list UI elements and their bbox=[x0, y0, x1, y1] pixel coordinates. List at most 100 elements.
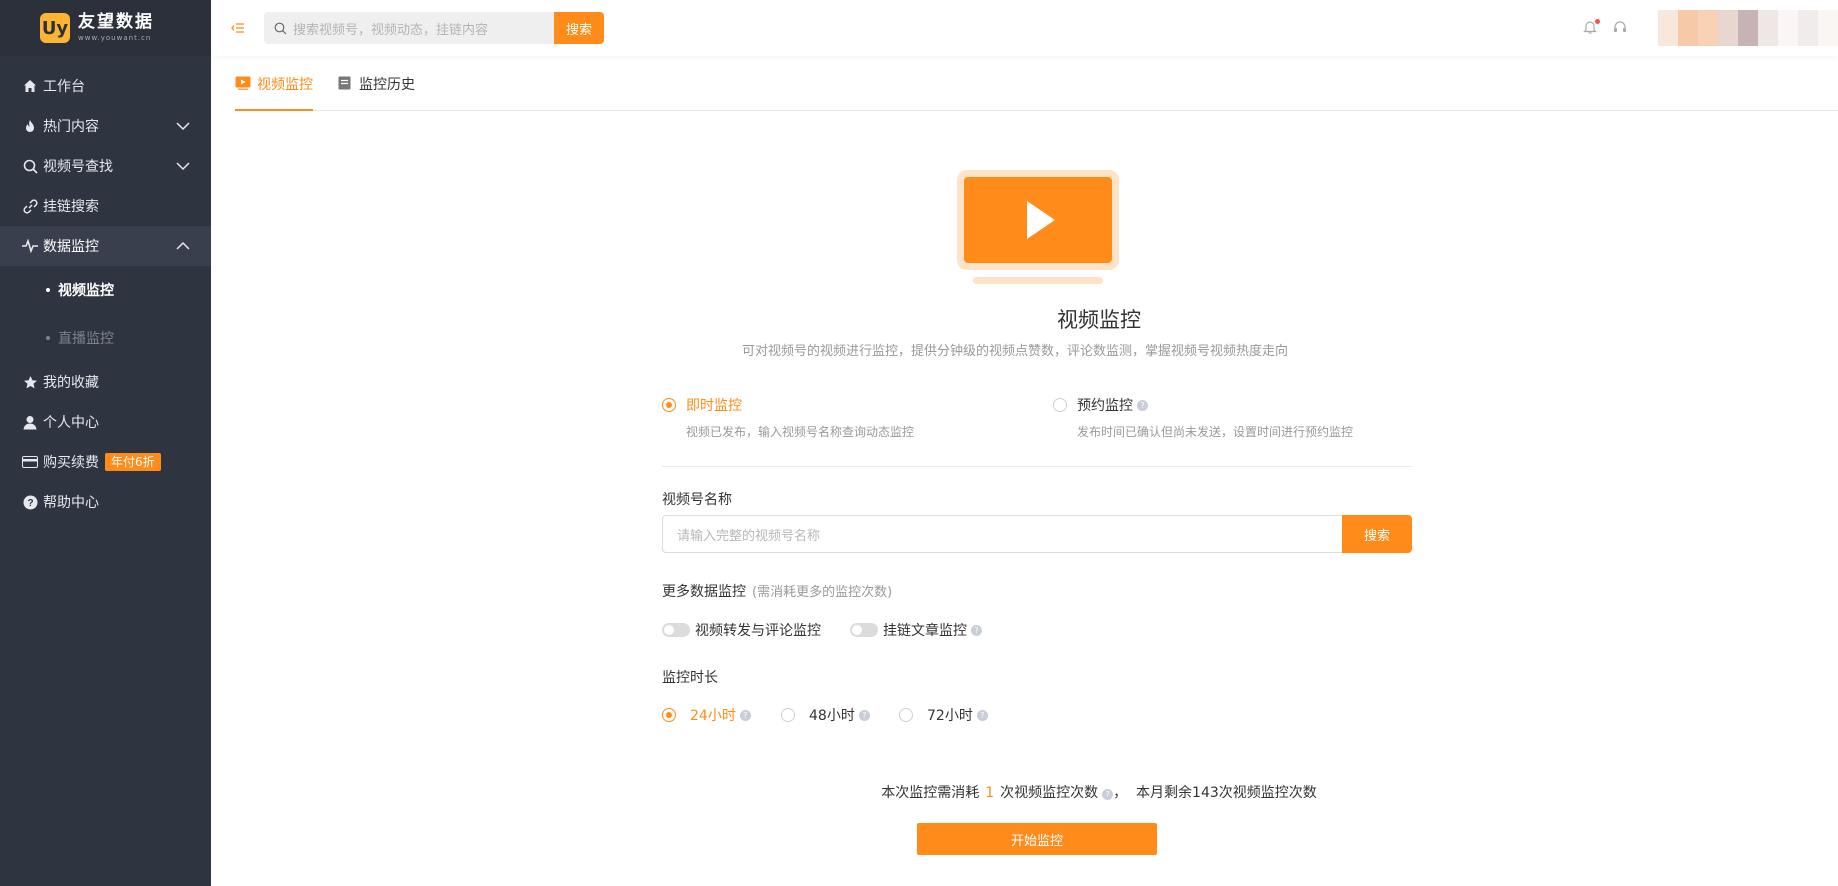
radio-selected[interactable] bbox=[662, 398, 676, 412]
question-icon[interactable]: ? bbox=[976, 709, 988, 721]
start-monitor-button[interactable]: 开始监控 bbox=[917, 823, 1157, 855]
brand-name: 友望数据 bbox=[78, 12, 154, 32]
sidebar-item-label: 数据监控 bbox=[43, 239, 99, 255]
logo-mark: Uy bbox=[40, 13, 70, 43]
global-search-placeholder: 搜索视频号，视频动态，挂链内容 bbox=[293, 22, 489, 38]
question-icon[interactable]: ? bbox=[1137, 399, 1148, 411]
question-icon[interactable]: ? bbox=[739, 709, 751, 721]
sidebar-item-help[interactable]: ? 帮助中心 bbox=[0, 482, 211, 522]
mode-scheduled[interactable]: 预约监控 ? bbox=[1053, 395, 1148, 415]
sidebar-item-label: 我的收藏 bbox=[43, 375, 99, 391]
cost-separator: ， bbox=[1113, 785, 1128, 801]
duration-label-text: 48小时 bbox=[809, 708, 855, 724]
question-icon[interactable]: ? bbox=[858, 709, 870, 721]
tab-label: 视频监控 bbox=[257, 77, 313, 93]
sidebar-item-hot-content[interactable]: 热门内容 bbox=[0, 106, 211, 146]
mode-instant[interactable]: 即时监控 bbox=[662, 395, 742, 415]
top-bar: 搜索视频号，视频动态，挂链内容 搜索 bbox=[211, 0, 1838, 56]
collapse-menu-icon[interactable] bbox=[230, 20, 246, 36]
sidebar-item-channel-search[interactable]: 视频号查找 bbox=[0, 146, 211, 186]
global-search-button[interactable]: 搜索 bbox=[554, 12, 604, 44]
global-search-input[interactable]: 搜索视频号，视频动态，挂链内容 bbox=[264, 12, 554, 44]
link-icon bbox=[21, 198, 39, 214]
radio-unselected[interactable] bbox=[781, 708, 795, 722]
divider bbox=[662, 466, 1412, 467]
cost-line: 本次监控需消耗 1 次视频监控次数?， 本月剩余143次视频监控次数 bbox=[0, 782, 1838, 802]
question-icon[interactable]: ? bbox=[1102, 789, 1114, 800]
mode-label: 预约监控 bbox=[1077, 398, 1133, 414]
headset-icon[interactable] bbox=[1612, 19, 1630, 37]
sidebar-item-profile[interactable]: 个人中心 bbox=[0, 402, 211, 442]
sidebar-item-label: 工作台 bbox=[43, 79, 85, 95]
video-icon bbox=[235, 76, 251, 90]
mode-label: 即时监控 bbox=[686, 398, 742, 414]
channel-name-placeholder: 请输入完整的视频号名称 bbox=[677, 528, 821, 544]
remaining-quota: 本月剩余143次视频监控次数 bbox=[1136, 785, 1317, 801]
sidebar-item-label: 个人中心 bbox=[43, 415, 99, 431]
pulse-icon bbox=[21, 238, 39, 254]
monitor-play-illustration bbox=[957, 170, 1119, 284]
toggle-label: 视频转发与评论监控 bbox=[695, 623, 821, 639]
page-title: 视频监控 bbox=[1057, 308, 1141, 332]
star-icon bbox=[21, 374, 39, 390]
toggle-forward-comment[interactable]: 视频转发与评论监控 bbox=[662, 620, 821, 640]
notification-dot bbox=[1595, 19, 1600, 24]
search-icon bbox=[274, 22, 287, 34]
tab-monitor-history[interactable]: 监控历史 bbox=[337, 74, 415, 111]
brand-logo[interactable]: Uy 友望数据 www.youwant.cn bbox=[0, 0, 211, 56]
radio-selected[interactable] bbox=[662, 708, 676, 722]
cost-count: 1 bbox=[985, 785, 995, 801]
toggle-label: 挂链文章监控 bbox=[883, 623, 967, 639]
search-icon bbox=[21, 158, 39, 174]
mode-instant-desc: 视频已发布，输入视频号名称查询动态监控 bbox=[686, 425, 915, 439]
mode-scheduled-desc: 发布时间已确认但尚未发送，设置时间进行预约监控 bbox=[1077, 425, 1354, 439]
duration-48h[interactable]: 48小时 ? bbox=[781, 705, 870, 725]
duration-label: 监控时长 bbox=[662, 670, 718, 686]
sidebar-item-purchase[interactable]: 购买续费 年付6折 bbox=[0, 442, 211, 482]
sidebar-item-workbench[interactable]: 工作台 bbox=[0, 66, 211, 106]
card-icon bbox=[21, 454, 39, 470]
channel-name-input[interactable]: 请输入完整的视频号名称 bbox=[662, 515, 1342, 553]
duration-72h[interactable]: 72小时 ? bbox=[899, 705, 988, 725]
brand-url: www.youwant.cn bbox=[78, 34, 152, 42]
tab-video-monitor[interactable]: 视频监控 bbox=[235, 74, 313, 111]
sidebar-item-data-monitor[interactable]: 数据监控 bbox=[0, 226, 211, 266]
sidebar-item-label: 挂链搜索 bbox=[43, 199, 99, 215]
svg-text:?: ? bbox=[27, 498, 33, 509]
switch-off[interactable] bbox=[850, 623, 878, 637]
discount-badge: 年付6折 bbox=[105, 453, 161, 471]
tab-label: 监控历史 bbox=[359, 77, 415, 93]
toggle-link-article[interactable]: 挂链文章监控 ? bbox=[850, 620, 982, 640]
user-avatar[interactable] bbox=[1658, 10, 1838, 46]
more-monitor-hint: (需消耗更多的监控次数) bbox=[752, 585, 893, 600]
duration-24h[interactable]: 24小时 ? bbox=[662, 705, 751, 725]
sidebar-item-favorites[interactable]: 我的收藏 bbox=[0, 362, 211, 402]
radio-unselected[interactable] bbox=[899, 708, 913, 722]
sidebar-item-link-search[interactable]: 挂链搜索 bbox=[0, 186, 211, 226]
bullet-dot bbox=[46, 336, 50, 340]
more-monitor-title: 更多数据监控 bbox=[662, 584, 746, 600]
page-description: 可对视频号的视频进行监控，提供分钟级的视频点赞数，评论数监测，掌握视频号视频热度… bbox=[742, 344, 1289, 359]
radio-unselected[interactable] bbox=[1053, 398, 1067, 412]
more-monitor-label: 更多数据监控 (需消耗更多的监控次数) bbox=[662, 581, 892, 601]
home-icon bbox=[21, 78, 39, 94]
question-icon[interactable]: ? bbox=[971, 624, 982, 636]
page-title-wrap: 视频监控 bbox=[0, 304, 1838, 334]
bell-icon[interactable] bbox=[1582, 19, 1600, 37]
channel-search: 请输入完整的视频号名称 搜索 bbox=[662, 515, 1412, 553]
sidebar-item-label: 视频号查找 bbox=[43, 159, 113, 175]
document-icon bbox=[338, 76, 351, 90]
chevron-up-icon bbox=[176, 241, 190, 250]
switch-off[interactable] bbox=[662, 623, 690, 637]
page-tabs: 视频监控 监控历史 bbox=[235, 74, 1838, 111]
bullet-dot bbox=[46, 288, 50, 292]
sidebar: Uy 友望数据 www.youwant.cn 工作台 热门内容 视频号查找 挂链… bbox=[0, 0, 211, 886]
sidebar-item-label: 购买续费 bbox=[43, 455, 99, 471]
cost-prefix: 本次监控需消耗 bbox=[881, 785, 980, 801]
sidebar-item-label: 帮助中心 bbox=[43, 495, 99, 511]
channel-search-button[interactable]: 搜索 bbox=[1342, 515, 1412, 553]
sidebar-item-label: 热门内容 bbox=[43, 119, 99, 135]
duration-label-text: 24小时 bbox=[690, 708, 736, 724]
user-icon bbox=[21, 414, 39, 430]
help-icon: ? bbox=[21, 494, 39, 510]
